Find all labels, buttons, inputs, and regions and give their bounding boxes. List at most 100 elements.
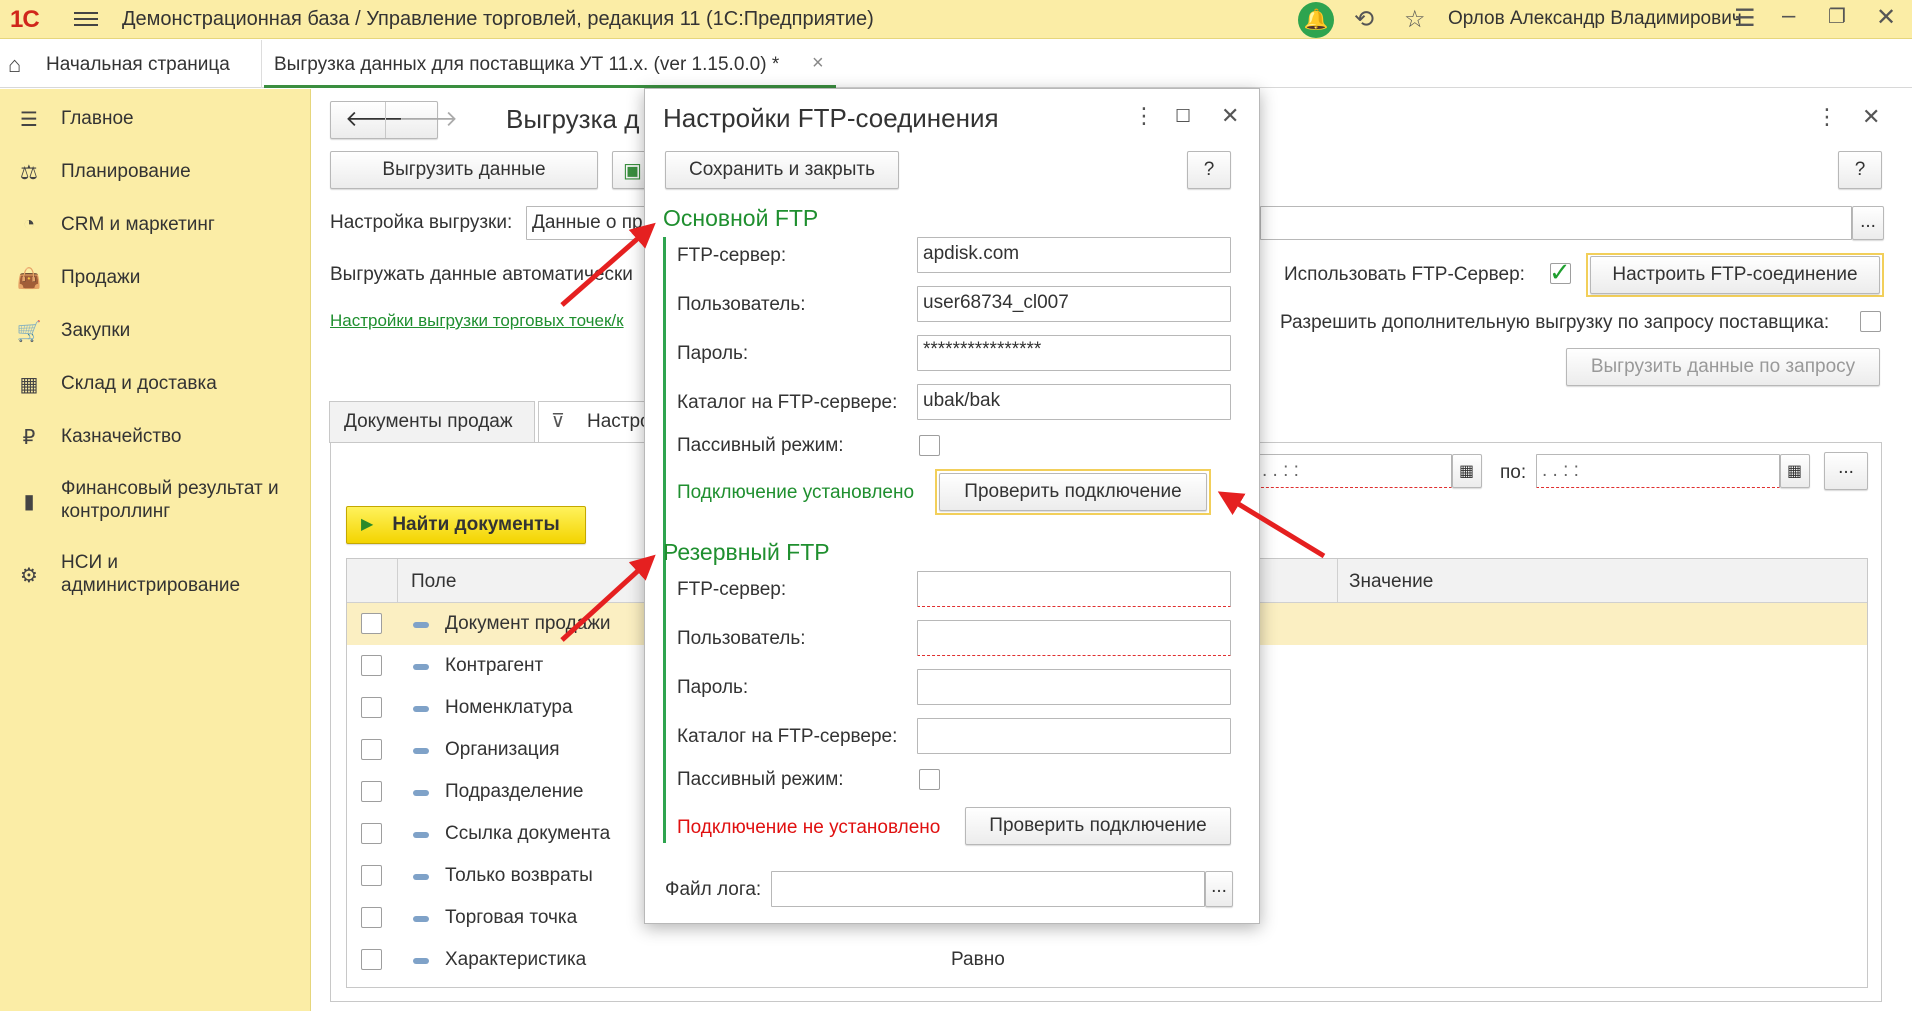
primary-dir-field[interactable]: ubak/bak — [917, 384, 1231, 420]
play-icon: ▶ — [361, 516, 374, 533]
primary-user-label: Пользователь: — [677, 294, 806, 315]
window-title: Демонстрационная база / Управление торго… — [122, 8, 874, 30]
restore-icon[interactable]: ❐ — [1828, 4, 1846, 29]
star-icon[interactable]: ☆ — [1404, 5, 1426, 34]
row-checkbox[interactable] — [361, 697, 382, 718]
period-select-button[interactable]: ... — [1824, 452, 1868, 490]
outlets-settings-link[interactable]: Настройки выгрузки торговых точек/к — [330, 311, 624, 331]
tab-sales-documents[interactable]: Документы продаж — [329, 401, 535, 443]
table-row[interactable]: Характеристика Равно — [347, 939, 1867, 981]
primary-user-field[interactable]: user68734_cl007 — [917, 286, 1231, 322]
maximize-icon[interactable]: ☐ — [1175, 106, 1191, 127]
close-tab-icon[interactable]: × — [812, 52, 824, 75]
bar-chart-icon: ▮ — [23, 491, 35, 513]
help-button[interactable]: ? — [1838, 151, 1882, 189]
primary-password-field[interactable]: **************** — [917, 335, 1231, 371]
more-vertical-icon[interactable]: ⋮ — [1133, 103, 1155, 129]
backup-dir-label: Каталог на FTP-сервере: — [677, 726, 898, 747]
settings-lines-icon[interactable]: ☰ — [1734, 4, 1756, 33]
backup-dir-field[interactable] — [917, 718, 1231, 754]
export-data-button[interactable]: Выгрузить данные — [330, 151, 598, 189]
bell-icon[interactable]: 🔔 — [1298, 2, 1334, 38]
form-title: Выгрузка д — [506, 104, 640, 134]
backup-password-field[interactable] — [917, 669, 1231, 705]
tab-settings-label: Настро — [587, 411, 646, 432]
row-checkbox[interactable] — [361, 613, 382, 634]
primary-passive-checkbox[interactable] — [919, 435, 940, 456]
sidebar-item-label: Склад и доставка — [61, 373, 217, 394]
tab-settings[interactable]: ⊽ Настро — [538, 401, 646, 443]
backup-passive-checkbox[interactable] — [919, 769, 940, 790]
row-checkbox[interactable] — [361, 655, 382, 676]
cart-icon: 🛒 — [16, 321, 42, 343]
tab-bar: ⌂ Начальная страница Выгрузка данных для… — [0, 40, 1912, 88]
configure-ftp-button[interactable]: Настроить FTP-соединение — [1590, 256, 1880, 294]
user-name[interactable]: Орлов Александр Владимирович — [1448, 8, 1742, 30]
settings-select-button[interactable]: ... — [1852, 206, 1884, 240]
settings-field[interactable]: Данные о пр — [526, 206, 646, 240]
backup-section-bar — [663, 571, 666, 843]
sidebar-item-label: Казначейство — [61, 426, 182, 447]
condition-icon — [413, 790, 429, 796]
forward-arrow-icon[interactable]: 🡒 — [399, 106, 458, 132]
export-on-request-button[interactable]: Выгрузить данные по запросу — [1566, 348, 1880, 386]
shopping-bag-icon: 👜 — [16, 268, 42, 290]
date-to-field[interactable]: . . : : — [1536, 454, 1780, 488]
close-dialog-icon[interactable]: ✕ — [1221, 103, 1239, 129]
sidebar-item-label: Финансовый результат и контроллинг — [61, 478, 279, 522]
backup-server-field[interactable] — [917, 571, 1231, 607]
date-from-calendar-button[interactable]: ▦ — [1452, 454, 1482, 488]
row-checkbox[interactable] — [361, 907, 382, 928]
primary-dir-label: Каталог на FTP-сервере: — [677, 392, 898, 413]
row-checkbox[interactable] — [361, 949, 382, 970]
calendar-icon: ▦ — [1459, 463, 1475, 480]
settings-field-continuation[interactable] — [1260, 206, 1852, 240]
dialog-help-button[interactable]: ? — [1187, 151, 1231, 189]
backup-check-connection-button[interactable]: Проверить подключение — [965, 807, 1231, 845]
date-from-field[interactable]: . . : : — [1256, 454, 1452, 488]
date-to-calendar-button[interactable]: ▦ — [1780, 454, 1810, 488]
planning-icon: ⚖ — [20, 162, 38, 184]
sidebar-item-label: Главное — [61, 108, 134, 129]
tab-home[interactable]: ⌂ Начальная страница — [0, 40, 262, 88]
primary-check-connection-button[interactable]: Проверить подключение — [939, 473, 1207, 511]
close-form-icon[interactable]: ✕ — [1862, 104, 1880, 130]
condition-icon — [413, 748, 429, 754]
checkmark-icon: ✓ — [1549, 257, 1571, 287]
minimize-icon[interactable]: – — [1782, 2, 1795, 30]
report-icon: ▣ — [623, 160, 642, 182]
log-file-select-button[interactable]: ... — [1205, 871, 1233, 907]
sidebar-item-label: НСИ и администрирование — [61, 552, 241, 596]
backup-ftp-title: Резервный FTP — [663, 539, 830, 565]
sidebar-item-label: CRM и маркетинг — [61, 214, 215, 235]
allow-extra-export-checkbox[interactable] — [1860, 311, 1881, 332]
calendar-icon: ▦ — [1787, 463, 1803, 480]
history-icon[interactable]: ⟲ — [1354, 5, 1374, 34]
tab-export[interactable]: Выгрузка данных для поставщика УТ 11.x. … — [264, 40, 836, 88]
find-documents-button[interactable]: ▶ Найти документы — [346, 506, 586, 544]
column-field[interactable]: Поле — [411, 571, 456, 593]
back-arrow-icon[interactable]: 🡐 — [345, 106, 404, 132]
primary-server-field[interactable]: apdisk.com — [917, 237, 1231, 273]
backup-user-label: Пользователь: — [677, 628, 806, 649]
row-field: Номенклатура — [445, 697, 573, 718]
backup-user-field[interactable] — [917, 620, 1231, 656]
hamburger-menu-icon[interactable] — [74, 8, 98, 28]
more-vertical-icon[interactable]: ⋮ — [1816, 104, 1838, 130]
backup-passive-label: Пассивный режим: — [677, 769, 844, 790]
backup-password-label: Пароль: — [677, 677, 749, 698]
dialog-title: Настройки FTP-соединения — [663, 103, 999, 133]
log-file-field[interactable] — [771, 871, 1205, 907]
close-window-icon[interactable]: ✕ — [1876, 3, 1896, 32]
save-close-button[interactable]: Сохранить и закрыть — [665, 151, 899, 189]
column-value[interactable]: Значение — [1349, 571, 1433, 593]
row-checkbox[interactable] — [361, 781, 382, 802]
date-to-label: по: — [1500, 462, 1527, 483]
condition-icon — [413, 706, 429, 712]
row-checkbox[interactable] — [361, 865, 382, 886]
backup-status: Подключение не установлено — [677, 817, 941, 838]
row-checkbox[interactable] — [361, 739, 382, 760]
home-icon: ⌂ — [8, 52, 22, 77]
row-checkbox[interactable] — [361, 823, 382, 844]
tab-export-label: Выгрузка данных для поставщика УТ 11.x. … — [274, 54, 780, 75]
